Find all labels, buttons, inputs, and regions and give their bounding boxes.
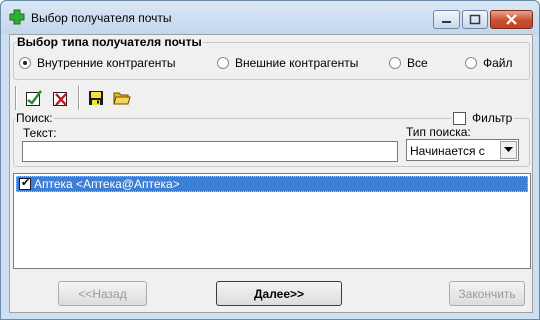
recipient-list[interactable]: Аптека <Аптека@Аптека> <box>13 173 531 269</box>
radio-all[interactable]: Все <box>389 56 428 70</box>
next-button[interactable]: Далее>> <box>216 281 342 306</box>
search-legend: Поиск: <box>15 111 54 125</box>
title-bar[interactable]: Выбор получателя почты <box>1 1 539 34</box>
radio-internal[interactable]: Внутренние контрагенты <box>19 56 176 70</box>
radio-file[interactable]: Файл <box>465 56 513 70</box>
chevron-down-icon <box>504 147 513 152</box>
check-all-button[interactable] <box>22 86 46 110</box>
minimize-button[interactable] <box>433 10 460 29</box>
radio-circle[interactable] <box>389 57 401 69</box>
search-text-input[interactable] <box>22 141 398 162</box>
filter-checkbox-box[interactable] <box>453 111 466 125</box>
search-text-label: Текст: <box>23 126 57 140</box>
toolbar-separator <box>78 86 80 110</box>
search-type-label: Тип поиска: <box>406 125 471 139</box>
minimize-icon <box>442 21 451 23</box>
close-button[interactable] <box>490 10 533 29</box>
dialog-client-area: Выбор типа получателя почты Внутренние к… <box>9 34 533 313</box>
recipient-type-legend: Выбор типа получателя почты <box>16 35 203 49</box>
radio-external-label: Внешние контрагенты <box>235 56 359 70</box>
close-icon <box>506 14 517 25</box>
toolbar <box>14 83 154 113</box>
finish-button[interactable]: Закончить <box>449 281 525 306</box>
radio-file-label: Файл <box>483 56 513 70</box>
radio-all-label: Все <box>407 56 428 70</box>
radio-circle[interactable] <box>465 57 477 69</box>
check-all-icon <box>26 90 42 106</box>
radio-circle[interactable] <box>217 57 229 69</box>
app-cross-icon <box>9 9 25 25</box>
search-type-value: Начинается с <box>410 144 485 158</box>
open-button[interactable] <box>110 86 134 110</box>
save-icon <box>89 91 103 105</box>
uncheck-all-button[interactable] <box>49 86 73 110</box>
radio-internal-label: Внутренние контрагенты <box>37 56 176 70</box>
recipient-checkbox[interactable] <box>19 176 31 190</box>
toolbar-grip <box>15 86 17 110</box>
dropdown-button[interactable] <box>500 141 517 159</box>
window-title: Выбор получателя почты <box>31 11 172 25</box>
filter-label: Фильтр <box>472 111 513 125</box>
open-folder-icon <box>113 92 131 105</box>
maximize-icon <box>469 14 481 25</box>
search-type-select[interactable]: Начинается с <box>406 139 519 161</box>
save-button[interactable] <box>84 86 108 110</box>
mail-recipient-dialog: Выбор получателя почты Выбор типа получа… <box>0 0 540 320</box>
maximize-button[interactable] <box>462 10 488 29</box>
radio-circle[interactable] <box>19 57 31 69</box>
recipient-text: Аптека <Аптека@Аптека> <box>34 177 180 191</box>
back-button[interactable]: <<Назад <box>58 281 147 306</box>
list-item[interactable]: Аптека <Аптека@Аптека> <box>16 176 528 192</box>
uncheck-all-icon <box>53 92 67 106</box>
radio-external[interactable]: Внешние контрагенты <box>217 56 358 70</box>
filter-checkbox[interactable]: Фильтр <box>451 111 515 125</box>
